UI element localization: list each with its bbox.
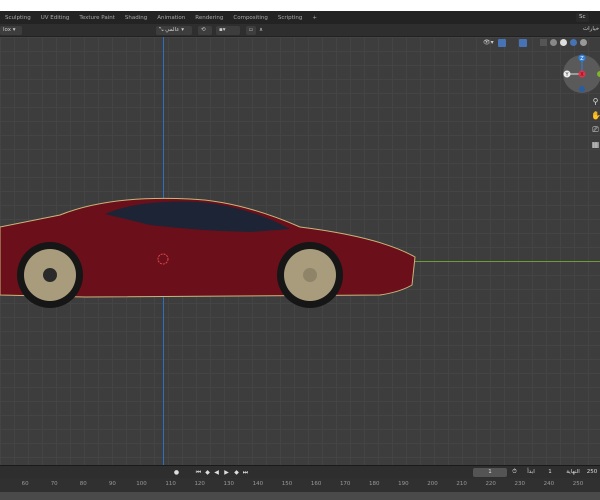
tab-uv-editing[interactable]: UV Editing (36, 15, 75, 21)
gizmo-x-label: X (580, 72, 584, 78)
jump-start-icon[interactable]: ⏮ (195, 469, 202, 476)
solid-shading-icon[interactable] (560, 39, 567, 46)
tab-animation[interactable]: Animation (152, 15, 190, 21)
timeline-ruler[interactable]: 5060708090100110120130140150160170180190… (0, 478, 600, 492)
viewport-toolbar: 👁▾ (483, 39, 587, 48)
visibility-icon[interactable]: 👁▾ (483, 39, 495, 48)
frame-tick: 210 (456, 481, 467, 487)
frame-tick: 100 (136, 481, 147, 487)
frame-tick: 70 (50, 481, 58, 487)
window-top (0, 0, 600, 11)
scene-label: Sc (579, 14, 586, 20)
start-label: ابدأ (527, 469, 535, 475)
add-workspace-button[interactable]: + (307, 15, 322, 21)
scene-selector[interactable]: Sc (576, 13, 589, 22)
frame-tick: 80 (79, 481, 87, 487)
pan-hand-icon[interactable]: ✋ (591, 111, 600, 120)
mode-label: lox (3, 27, 11, 33)
viewport-header: lox ▾ ⤡ عالمي ▾ ⟲ ▪▾ ▫ ∧ خيارات (0, 24, 600, 37)
car-model[interactable] (0, 187, 430, 327)
zoom-icon[interactable]: ⚲ (591, 97, 600, 106)
frame-tick: 140 (252, 481, 264, 487)
timeline-header: ● ⏮ ◆ ◀ ▶ ◆ ⏭ 1 ⏱ ابدأ 1 النهاية 250 (0, 465, 600, 478)
rendered-shading-icon[interactable] (580, 39, 587, 46)
tab-compositing[interactable]: Compositing (228, 15, 272, 21)
snap-button[interactable]: ▪▾ (216, 26, 240, 35)
3d-viewport[interactable]: 👁▾ Z Y X ⚲ ✋ ⎚ ▦ (0, 37, 600, 465)
next-keyframe-icon[interactable]: ◆ (233, 469, 240, 476)
record-icon[interactable]: ● (173, 469, 180, 476)
current-frame-field[interactable]: 1 (473, 468, 507, 477)
prev-keyframe-icon[interactable]: ◆ (204, 469, 211, 476)
play-reverse-icon[interactable]: ◀ (213, 469, 220, 476)
stopwatch-icon[interactable]: ⏱ (511, 468, 518, 475)
transform-orientation-select[interactable]: ⤡ عالمي ▾ (156, 26, 192, 35)
frame-tick: 90 (108, 481, 116, 487)
tab-shading[interactable]: Shading (120, 15, 152, 21)
frame-tick: 150 (281, 481, 293, 487)
frame-tick: 160 (310, 481, 322, 487)
frame-tick: 180 (369, 481, 380, 487)
gizmo-z-label: Z (580, 56, 584, 62)
proportional-edit-icon[interactable]: ▫ (246, 26, 256, 35)
tab-scripting[interactable]: Scripting (273, 15, 307, 21)
options-label: خيارات (583, 26, 600, 32)
overlays-icon[interactable] (519, 39, 527, 47)
mode-select[interactable]: lox ▾ (0, 26, 22, 35)
end-frame-field[interactable]: 250 (584, 468, 600, 477)
frame-tick: 60 (21, 481, 29, 487)
frame-tick: 230 (514, 481, 526, 487)
frame-tick: 220 (485, 481, 496, 487)
frame-tick: 130 (223, 481, 235, 487)
gizmo-toggle-icon[interactable] (498, 39, 506, 47)
workspace-tabs: Sculpting UV Editing Texture Paint Shadi… (0, 11, 600, 24)
frame-tick: 170 (339, 481, 351, 487)
falloff-icon[interactable]: ∧ (256, 26, 266, 35)
frame-tick: 250 (572, 481, 584, 487)
options-button[interactable]: خيارات (580, 25, 600, 34)
navigation-gizmo[interactable]: Z Y X (562, 54, 600, 94)
frame-tick: 240 (543, 481, 555, 487)
timeline-body[interactable] (0, 492, 600, 500)
start-frame-field[interactable]: 1 (540, 468, 560, 477)
frame-tick: 110 (165, 481, 176, 487)
y-axis-line (415, 261, 600, 262)
orientation-label: عالمي (165, 27, 180, 33)
grid-icon[interactable]: ▦ (591, 140, 600, 149)
play-icon[interactable]: ▶ (223, 469, 230, 476)
tab-sculpting[interactable]: Sculpting (0, 15, 36, 21)
wireframe-shading-icon[interactable] (550, 39, 557, 46)
tab-rendering[interactable]: Rendering (190, 15, 228, 21)
frame-tick: 120 (194, 481, 205, 487)
xray-icon[interactable] (540, 39, 547, 46)
frame-tick: 200 (427, 481, 438, 487)
jump-end-icon[interactable]: ⏭ (242, 469, 249, 476)
frame-tick: 190 (398, 481, 409, 487)
camera-icon[interactable]: ⎚ (591, 125, 600, 134)
pivot-icon[interactable]: ⟲ (198, 26, 212, 35)
tab-texture-paint[interactable]: Texture Paint (74, 15, 120, 21)
end-label: النهاية (566, 469, 580, 475)
material-shading-icon[interactable] (570, 39, 577, 46)
